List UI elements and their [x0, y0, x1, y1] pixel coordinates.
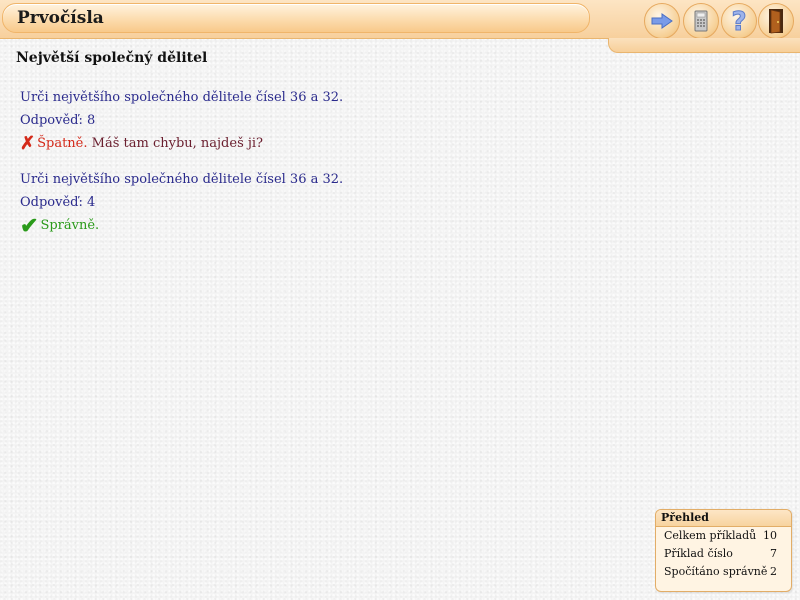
- svg-text:?: ?: [731, 8, 746, 34]
- exercise-feedback: ✔ Správně.: [20, 215, 343, 241]
- toolbar-subtab: [608, 38, 800, 53]
- arrow-right-icon: [651, 13, 673, 29]
- feedback-status: Špatně.: [37, 136, 88, 151]
- overview-value: 10: [763, 529, 777, 542]
- feedback-message: Máš tam chybu, najdeš ji?: [91, 136, 264, 151]
- top-bar: Prvočísla ?: [0, 0, 800, 39]
- section-title: Největší společný dělitel: [16, 50, 208, 66]
- answer-value: 4: [87, 195, 96, 210]
- answer-label: Odpověď:: [20, 195, 83, 210]
- app-title: Prvočísla: [17, 8, 104, 28]
- calculator-icon: [694, 10, 708, 32]
- question-icon: ?: [731, 8, 747, 34]
- calculator-button[interactable]: [683, 3, 719, 39]
- overview-panel: Přehled Celkem příkladů 10 Příklad číslo…: [655, 509, 792, 592]
- overview-row-total: Celkem příkladů 10: [656, 527, 791, 545]
- feedback-status: Správně.: [40, 218, 100, 233]
- overview-value: 7: [770, 547, 777, 560]
- overview-label: Příklad číslo: [664, 547, 733, 560]
- exercise-answer: Odpověď: 4: [20, 195, 343, 218]
- door-exit-icon: [769, 9, 783, 34]
- overview-value: 2: [770, 565, 777, 578]
- checkmark-icon: ✔: [20, 213, 39, 239]
- exercise-question: Urči největšího společného dělitele číse…: [20, 172, 344, 187]
- overview-label: Spočítáno správně: [664, 565, 768, 578]
- exercise-item: Urči největšího společného dělitele číse…: [20, 172, 343, 241]
- overview-label: Celkem příkladů: [664, 529, 757, 542]
- help-button[interactable]: ?: [721, 3, 757, 39]
- exercise-feedback: ✗ Špatně. Máš tam chybu, najdeš ji?: [20, 133, 343, 159]
- exercise-answer: Odpověď: 8: [20, 113, 343, 136]
- overview-title: Přehled: [656, 510, 791, 527]
- title-bar: Prvočísla: [2, 3, 590, 33]
- next-button[interactable]: [644, 3, 680, 39]
- overview-row-current: Příklad číslo 7: [656, 545, 791, 563]
- answer-value: 8: [87, 113, 96, 128]
- answer-label: Odpověď:: [20, 113, 83, 128]
- overview-row-correct: Spočítáno správně 2: [656, 563, 791, 581]
- exercise-question: Urči největšího společného dělitele číse…: [20, 90, 344, 105]
- cross-icon: ✗: [20, 133, 36, 154]
- exit-button[interactable]: [758, 3, 794, 39]
- exercise-item: Urči největšího společného dělitele číse…: [20, 90, 343, 159]
